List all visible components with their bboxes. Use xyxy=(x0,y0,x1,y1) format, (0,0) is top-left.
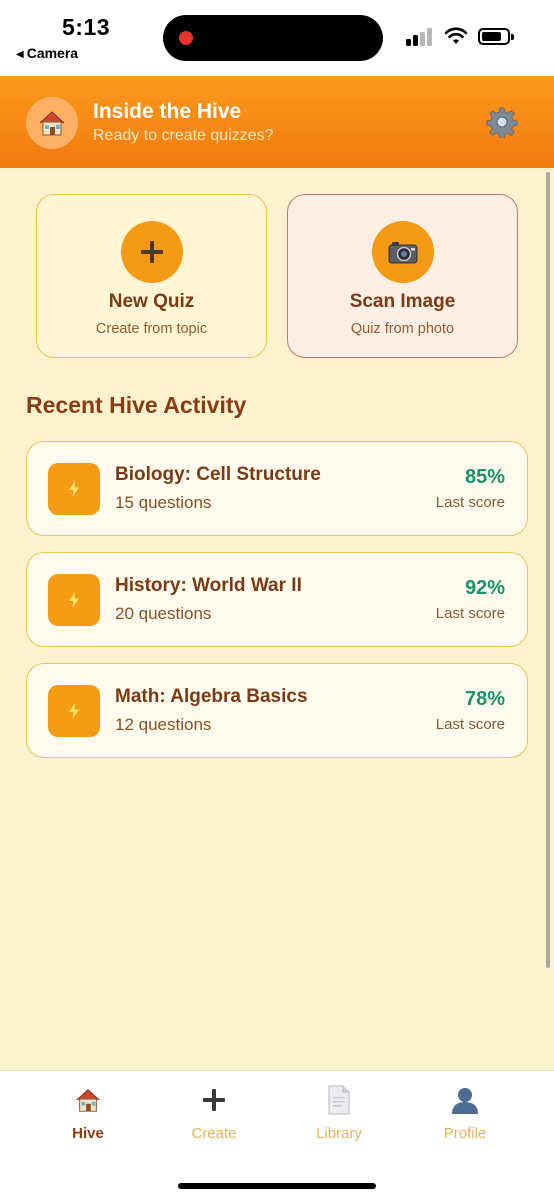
plus-icon xyxy=(120,221,183,283)
tab-label: Library xyxy=(316,1125,362,1142)
tab-profile[interactable]: Profile xyxy=(410,1085,520,1145)
activity-score: 85% xyxy=(464,466,505,488)
gear-icon[interactable] xyxy=(486,106,518,138)
person-icon xyxy=(450,1085,480,1115)
scan-image-button[interactable]: Scan Image Quiz from photo xyxy=(287,194,518,358)
back-to-app-link[interactable]: ◀ Camera xyxy=(16,45,78,61)
avatar[interactable] xyxy=(26,97,78,149)
recording-indicator-icon xyxy=(179,31,193,45)
activity-score-label: Last score xyxy=(435,716,505,733)
scan-image-subtitle: Quiz from photo xyxy=(350,321,455,337)
camera-icon xyxy=(371,221,434,283)
activity-score: 92% xyxy=(464,577,505,599)
house-icon xyxy=(39,111,65,136)
status-time: 5:13 xyxy=(62,14,111,40)
lightning-icon xyxy=(48,574,100,626)
activity-score: 78% xyxy=(464,688,505,710)
page-subtitle: Ready to create quizzes? xyxy=(93,127,274,144)
tab-label: Create xyxy=(191,1125,237,1142)
bottom-tab-bar: Hive Create Library Profile xyxy=(0,1070,554,1200)
page-title: Inside the Hive xyxy=(93,100,242,123)
tab-create[interactable]: Create xyxy=(159,1085,269,1145)
plus-icon xyxy=(199,1085,229,1115)
house-icon xyxy=(73,1085,103,1115)
back-app-label: Camera xyxy=(26,45,79,61)
new-quiz-subtitle: Create from topic xyxy=(95,321,208,337)
activity-score-label: Last score xyxy=(435,605,505,622)
new-quiz-button[interactable]: New Quiz Create from topic xyxy=(36,194,267,358)
activity-item[interactable]: History: World War II 20 questions 92% L… xyxy=(26,552,528,647)
activity-title: Biology: Cell Structure xyxy=(115,464,321,485)
back-triangle-icon: ◀ xyxy=(16,49,24,60)
activity-title: Math: Algebra Basics xyxy=(115,686,308,707)
document-icon xyxy=(324,1085,354,1115)
activity-title: History: World War II xyxy=(115,575,302,596)
home-indicator[interactable] xyxy=(178,1183,376,1189)
tab-label: Hive xyxy=(72,1125,104,1142)
battery-icon xyxy=(478,28,514,45)
activity-item[interactable]: Biology: Cell Structure 15 questions 85%… xyxy=(26,441,528,536)
lightning-icon xyxy=(48,685,100,737)
activity-question-count: 12 questions xyxy=(115,715,212,734)
section-heading: Recent Hive Activity xyxy=(26,392,247,418)
scan-image-title: Scan Image xyxy=(349,291,456,312)
scrollbar[interactable] xyxy=(546,172,550,968)
tab-hive[interactable]: Hive xyxy=(33,1085,143,1145)
activity-question-count: 15 questions xyxy=(115,493,212,512)
lightning-icon xyxy=(48,463,100,515)
status-bar: 5:13 ◀ Camera xyxy=(0,0,554,76)
cellular-signal-icon xyxy=(406,28,436,46)
activity-item[interactable]: Math: Algebra Basics 12 questions 78% La… xyxy=(26,663,528,758)
activity-score-label: Last score xyxy=(435,494,505,511)
tab-library[interactable]: Library xyxy=(284,1085,394,1145)
tab-label: Profile xyxy=(443,1125,487,1142)
wifi-icon xyxy=(444,27,468,44)
dynamic-island xyxy=(163,15,383,61)
app-header: Inside the Hive Ready to create quizzes? xyxy=(0,76,554,168)
new-quiz-title: New Quiz xyxy=(108,291,195,312)
activity-question-count: 20 questions xyxy=(115,604,212,623)
